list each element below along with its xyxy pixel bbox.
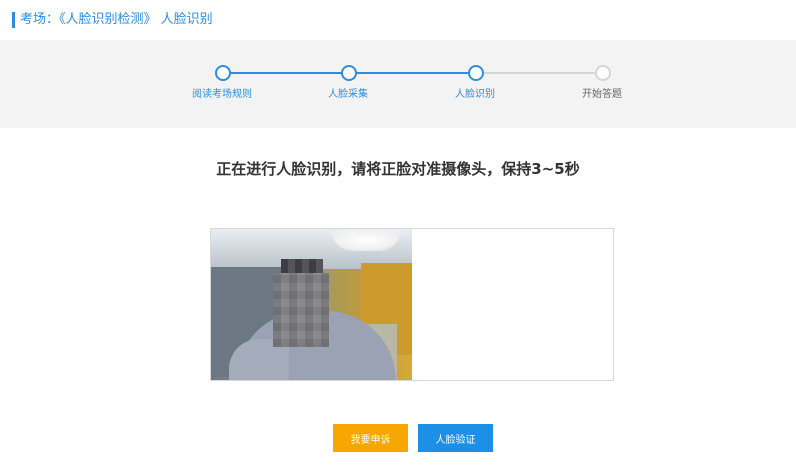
step-label-3: 人脸识别 [455, 89, 495, 100]
step-node-4 [595, 65, 611, 81]
face-recognition-instruction: 正在进行人脸识别，请将正脸对准摄像头，保持3~5秒 [216, 160, 580, 178]
step-label-1: 阅读考场规则 [192, 89, 252, 100]
feed-person-face-pixelated [273, 273, 329, 347]
title-accent-bar [12, 12, 15, 28]
feed-light [331, 229, 401, 251]
step-label-2: 人脸采集 [328, 89, 368, 100]
page-title: 考场：《人脸识别检测》 人脸识别 [20, 12, 213, 27]
camera-feed [211, 229, 412, 380]
progress-stepper: 阅读考场规则 人脸采集 人脸识别 开始答题 [0, 40, 796, 128]
step-label-4: 开始答题 [582, 89, 622, 100]
step-node-1 [215, 65, 231, 81]
step-node-3 [468, 65, 484, 81]
step-connector-2 [355, 72, 469, 74]
camera-panel [210, 228, 614, 381]
face-verify-button[interactable]: 人脸验证 [418, 424, 493, 452]
step-node-2 [341, 65, 357, 81]
page-header: 考场：《人脸识别检测》 人脸识别 [0, 0, 796, 40]
appeal-button[interactable]: 我要申诉 [333, 424, 408, 452]
step-connector-1 [230, 72, 342, 74]
step-connector-3 [482, 72, 596, 74]
